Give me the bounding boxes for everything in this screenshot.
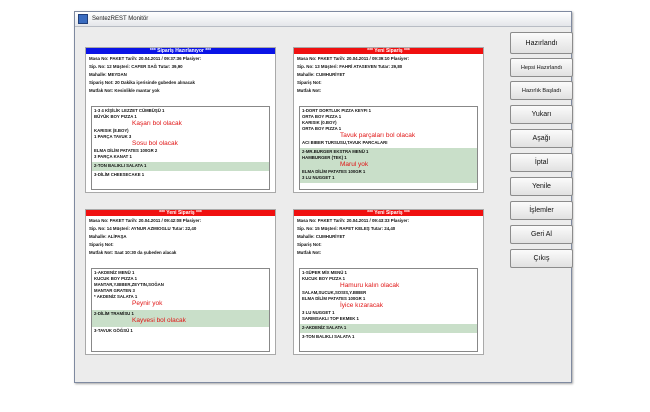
- item-line: 3 PARÇA KANAT 1: [94, 154, 132, 159]
- item-note: Peynir yok: [132, 300, 163, 307]
- item-line: 3-TAVUK GÖĞSÜ 1: [94, 328, 133, 333]
- exit-button[interactable]: Çıkış: [510, 249, 573, 268]
- window-title: SentezREST Monitör: [92, 16, 149, 22]
- order-panel-2[interactable]: *** Yeni Sipariş *** Masa No: PAKET Tarih…: [293, 47, 484, 193]
- ready-button[interactable]: Hazırlandı: [510, 32, 573, 54]
- order-info-line: Sipariş Not: 20 Dakika içerisinde gubede…: [89, 80, 195, 85]
- order-item-group[interactable]: 1-AKDENİZ MENÜ 1 KUCUK BOY PIZZA 1 MANTA…: [92, 269, 269, 310]
- order-item-group[interactable]: 2-MR.BURGER EKSTRA MENÜ 1 HAMBURGER (TEK…: [300, 148, 477, 183]
- order-info-line: Mutfak Not: Saat 10:30 da şubeden alacak: [89, 250, 177, 255]
- order-item-group[interactable]: 2-DİLİM TRAMİSU 1 Kayvesi bol olacak: [92, 310, 269, 327]
- up-button[interactable]: Yukarı: [510, 105, 573, 124]
- order-info: Masa No: PAKET Tarih: 20.04.2011 / 09:43…: [294, 216, 483, 257]
- order-item-group[interactable]: 2-AKDENİZ SALATA 1: [300, 324, 477, 333]
- order-info-line: Masa No: PAKET Tarih: 20.04.2011 / 09:39…: [297, 56, 410, 61]
- order-info-line: Sip. No: 15 Müşteri: RAFET KELEŞ Tutar: …: [297, 226, 396, 231]
- app-window: SentezREST Monitör *** Sipariş Hazırlanı…: [74, 11, 573, 383]
- order-info-line: Sipariş Not:: [297, 242, 322, 247]
- cancel-button[interactable]: İptal: [510, 153, 573, 172]
- order-item-group[interactable]: 2-TON BALIKLI SALATA 1: [92, 162, 269, 171]
- item-note: Hamuru kalın olacak: [340, 282, 400, 289]
- operations-button[interactable]: İşlemler: [510, 201, 573, 220]
- item-line: 3-DİLİM CHEESECAKE 1: [94, 172, 145, 177]
- order-info-line: Mutfak Not: Kesinlikle mantar yok: [89, 88, 160, 93]
- order-panel-4[interactable]: *** Yeni Sipariş *** Masa No: PAKET Tarih…: [293, 209, 484, 355]
- order-info-line: Sipariş Not:: [297, 80, 322, 85]
- order-info-line: Mahalle: CUMHURİYET: [297, 72, 346, 77]
- order-info-line: Masa No: PAKET Tarih: 20.04.2011 / 09:42…: [89, 218, 202, 223]
- order-items-list[interactable]: 1-AKDENİZ MENÜ 1 KUCUK BOY PIZZA 1 MANTA…: [91, 268, 270, 352]
- order-items-list[interactable]: 1-DORT DORTLUK PIZZA KEYFI 1 ORTA BOY PI…: [299, 106, 478, 190]
- order-info: Masa No: PAKET Tarih: 20.04.2011 / 09:39…: [294, 54, 483, 95]
- item-line: 3 LU NUGGET 1: [302, 175, 335, 180]
- order-info-line: Mutfak Not:: [297, 88, 322, 93]
- order-item-group[interactable]: 1-SÜPER MİX MENÜ 1 KUCUK BOY PIZZA 1 Hamu…: [300, 269, 477, 324]
- prep-started-button[interactable]: Hazırlık Başladı: [510, 81, 573, 100]
- item-note: Kaşarı bol olacak: [132, 120, 182, 127]
- item-line: 3-TON BALIKLI SALATA 1: [302, 334, 355, 339]
- order-item-group[interactable]: 3-DİLİM CHEESECAKE 1: [92, 171, 269, 180]
- order-info-line: Masa No: PAKET Tarih: 20.04.2011 / 09:37…: [89, 56, 202, 61]
- item-line: SARIMSAKLI TOP EKMEK 1: [302, 316, 359, 321]
- down-button[interactable]: Aşağı: [510, 129, 573, 148]
- refresh-button[interactable]: Yenile: [510, 177, 573, 196]
- item-line: 2-AKDENİZ SALATA 1: [302, 325, 347, 330]
- order-info: Masa No: PAKET Tarih: 20.04.2011 / 09:42…: [86, 216, 275, 257]
- content-area: *** Sipariş Hazırlanıyor *** Masa No: PAK…: [75, 27, 573, 382]
- order-items-list[interactable]: 1-SÜPER MİX MENÜ 1 KUCUK BOY PIZZA 1 Hamu…: [299, 268, 478, 352]
- undo-button[interactable]: Geri Al: [510, 225, 573, 244]
- order-info: Masa No: PAKET Tarih: 20.04.2011 / 09:37…: [86, 54, 275, 95]
- order-info-line: Mutfak Not:: [297, 250, 322, 255]
- order-info-line: Mahalle: ALİPAŞA: [89, 234, 127, 239]
- item-note: Sosu bol olacak: [132, 140, 178, 147]
- order-item-group[interactable]: 3-TAVUK GÖĞSÜ 1: [92, 327, 269, 336]
- all-ready-button[interactable]: Hepsi Hazırlandı: [510, 58, 573, 77]
- item-note: İyice kızaracak: [340, 302, 383, 309]
- order-info-line: Sipariş Not:: [89, 242, 114, 247]
- order-item-group[interactable]: 1-DORT DORTLUK PIZZA KEYFI 1 ORTA BOY PI…: [300, 107, 477, 148]
- order-panel-3[interactable]: *** Yeni Sipariş *** Masa No: PAKET Tarih…: [85, 209, 276, 355]
- order-panel-1[interactable]: *** Sipariş Hazırlanıyor *** Masa No: PAK…: [85, 47, 276, 193]
- item-line: 2-TON BALIKLI SALATA 1: [94, 163, 147, 168]
- order-info-line: Sip. No: 14 Müşteri: AYNUR AZMIOGLU Tuta…: [89, 226, 197, 231]
- item-note: Marul yok: [340, 161, 369, 168]
- order-info-line: Sip. No: 12 Müşteri: CAFER SAĞ Tutar: 39…: [89, 64, 183, 69]
- order-info-line: Mahalle: MEYDAN: [89, 72, 127, 77]
- order-info-line: Mahalle: CUMHURİYET: [297, 234, 346, 239]
- item-note: Kayvesi bol olacak: [132, 317, 186, 324]
- item-line: ACI BIBER TURSUSU,TAVUK PARCALARI: [302, 140, 388, 145]
- app-icon: [78, 14, 88, 24]
- order-info-line: Sip. No: 13 Müşteri: FAHRİ ATASEVEN Tuta…: [297, 64, 403, 69]
- order-item-group[interactable]: 3-TON BALIKLI SALATA 1: [300, 333, 477, 342]
- order-item-group[interactable]: 1-3 4 KİŞİLİK LEZZET CÜMBÜŞÜ 1 BÜYÜK BOY…: [92, 107, 269, 162]
- order-items-list[interactable]: 1-3 4 KİŞİLİK LEZZET CÜMBÜŞÜ 1 BÜYÜK BOY…: [91, 106, 270, 190]
- title-bar: SentezREST Monitör: [75, 12, 571, 27]
- item-note: Tavuk parçaları bol olacak: [340, 132, 416, 139]
- order-info-line: Masa No: PAKET Tarih: 20.04.2011 / 09:43…: [297, 218, 410, 223]
